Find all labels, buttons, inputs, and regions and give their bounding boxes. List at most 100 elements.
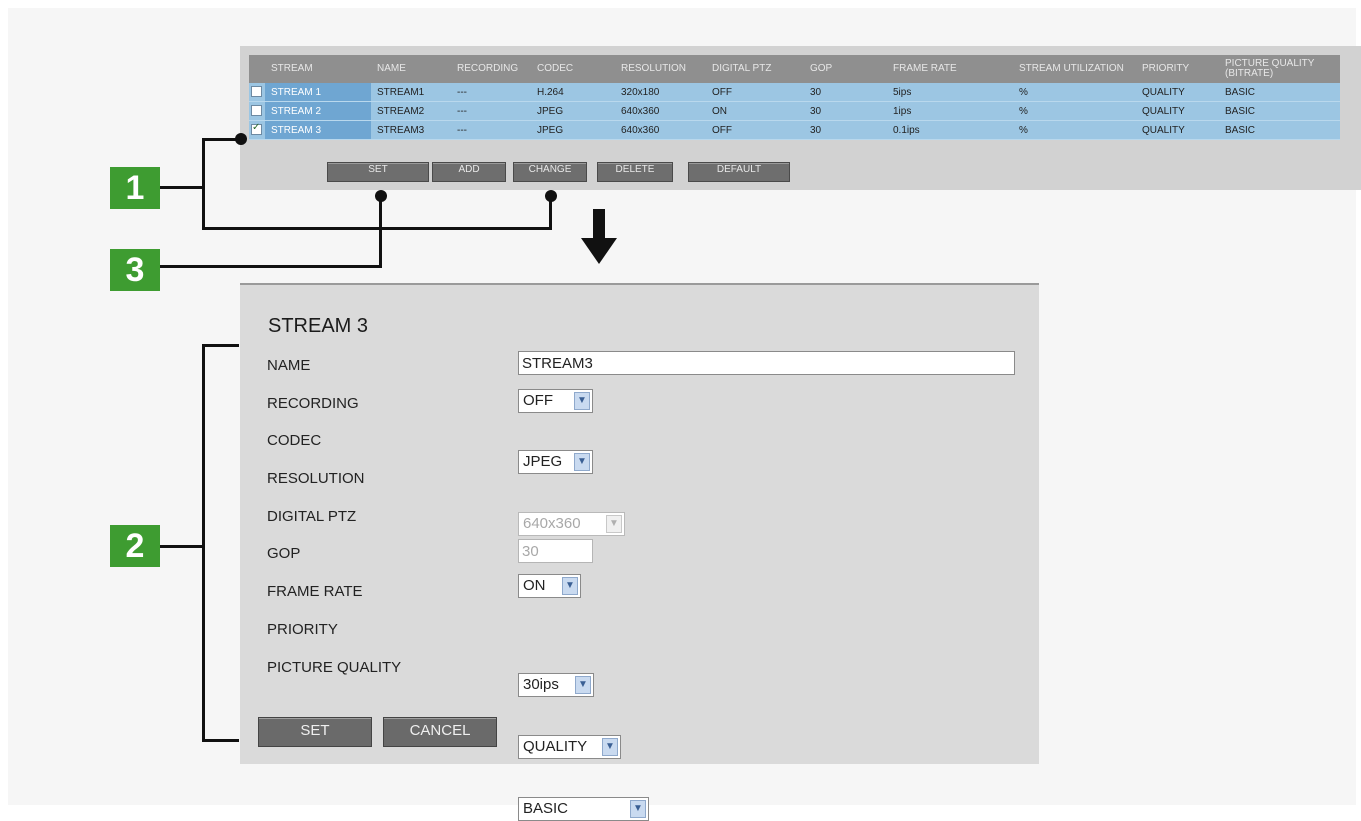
label-priority: PRIORITY: [267, 621, 338, 638]
cell-name: STREAM3: [371, 120, 451, 140]
label-gop: GOP: [267, 545, 301, 562]
label-picture-quality: PICTURE QUALITY: [267, 659, 402, 676]
cell-priority: QUALITY: [1136, 101, 1219, 121]
cell-picture-quality: BASIC: [1219, 83, 1340, 102]
default-button[interactable]: DEFAULT: [688, 162, 790, 182]
header-gop: GOP: [804, 55, 887, 83]
cell-gop: 30: [804, 83, 887, 102]
gop-field: 30: [518, 539, 593, 563]
header-priority: PRIORITY: [1136, 55, 1219, 83]
cell-utilization: %: [1013, 120, 1136, 140]
callout-1-leader: [160, 186, 204, 189]
callout-2-bracket: [202, 344, 205, 741]
cell-codec: JPEG: [531, 101, 615, 121]
callout-2-bracket-top: [202, 344, 239, 347]
cell-priority: QUALITY: [1136, 83, 1219, 102]
row-checkbox[interactable]: [251, 86, 262, 98]
cell-name: STREAM2: [371, 101, 451, 121]
stream-table: STREAM NAME RECORDING CODEC RESOLUTION D…: [249, 55, 1340, 140]
cell-recording: ---: [451, 101, 531, 121]
set-button[interactable]: SET: [327, 162, 429, 182]
cell-picture-quality: BASIC: [1219, 120, 1340, 140]
cell-digital-ptz: ON: [706, 101, 804, 121]
callout-2-badge: 2: [110, 525, 160, 567]
header-stream-utilization: STREAM UTILIZATION: [1013, 55, 1136, 83]
edit-cancel-button[interactable]: CANCEL: [383, 717, 497, 747]
picture-quality-select[interactable]: BASIC ▼: [518, 797, 649, 821]
cell-name: STREAM1: [371, 83, 451, 102]
cell-resolution: 640x360: [615, 120, 706, 140]
frame-rate-select[interactable]: 30ips ▼: [518, 673, 594, 697]
name-field[interactable]: STREAM3: [518, 351, 1015, 375]
table-header-row: STREAM NAME RECORDING CODEC RESOLUTION D…: [249, 55, 1340, 83]
table-row[interactable]: STREAM 1 STREAM1 --- H.264 320x180 OFF 3…: [249, 83, 1340, 102]
callout-1-bracket: [202, 138, 205, 230]
header-name: NAME: [371, 55, 451, 83]
edit-title: STREAM 3: [268, 315, 369, 337]
callout-1-badge: 1: [110, 167, 160, 209]
cell-frame-rate: 1ips: [887, 101, 1013, 121]
recording-select[interactable]: OFF ▼: [518, 389, 593, 413]
cell-utilization: %: [1013, 101, 1136, 121]
header-digital-ptz: DIGITAL PTZ: [706, 55, 804, 83]
codec-value: JPEG: [523, 453, 563, 470]
digital-ptz-select[interactable]: ON ▼: [518, 574, 581, 598]
cell-stream: STREAM 3: [265, 120, 371, 140]
priority-select[interactable]: QUALITY ▼: [518, 735, 621, 759]
callout-3-leader: [160, 265, 382, 268]
cell-recording: ---: [451, 83, 531, 102]
table-row[interactable]: STREAM 3 STREAM3 --- JPEG 640x360 OFF 30…: [249, 120, 1340, 140]
cell-frame-rate: 5ips: [887, 83, 1013, 102]
frame-rate-value: 30ips: [523, 676, 559, 693]
cell-resolution: 320x180: [615, 83, 706, 102]
edit-set-button[interactable]: SET: [258, 717, 372, 747]
label-resolution: RESOLUTION: [267, 470, 365, 487]
header-stream: STREAM: [265, 55, 371, 83]
cell-frame-rate: 0.1ips: [887, 120, 1013, 140]
cell-utilization: %: [1013, 83, 1136, 102]
header-recording: RECORDING: [451, 55, 531, 83]
arrow-down-head: [581, 238, 617, 264]
label-name: NAME: [267, 357, 311, 374]
label-codec: CODEC: [267, 432, 322, 449]
callout-1-dot-change: [545, 190, 557, 202]
add-button[interactable]: ADD: [432, 162, 506, 182]
label-recording: RECORDING: [267, 395, 359, 412]
callout-3-badge: 3: [110, 249, 160, 291]
callout-3-dot-set: [375, 190, 387, 202]
delete-button[interactable]: DELETE: [597, 162, 673, 182]
table-row[interactable]: STREAM 2 STREAM2 --- JPEG 640x360 ON 30 …: [249, 101, 1340, 121]
cell-codec: H.264: [531, 83, 615, 102]
chevron-down-icon: ▼: [574, 453, 590, 471]
row-checkbox[interactable]: [251, 122, 262, 136]
cell-digital-ptz: OFF: [706, 83, 804, 102]
header-codec: CODEC: [531, 55, 615, 83]
priority-value: QUALITY: [523, 738, 588, 755]
header-resolution: RESOLUTION: [615, 55, 706, 83]
cell-picture-quality: BASIC: [1219, 101, 1340, 121]
callout-2-bracket-bottom: [202, 739, 239, 742]
change-button[interactable]: CHANGE: [513, 162, 587, 182]
cell-recording: ---: [451, 120, 531, 140]
header-picture-quality: PICTURE QUALITY (BITRATE): [1219, 55, 1340, 83]
callout-1-dot-checkbox: [235, 133, 247, 145]
cell-resolution: 640x360: [615, 101, 706, 121]
chevron-down-icon: ▼: [630, 800, 646, 818]
chevron-down-icon: ▼: [562, 577, 578, 595]
callout-1-line-change: [202, 227, 552, 230]
resolution-select: 640x360 ▼: [518, 512, 625, 536]
cell-priority: QUALITY: [1136, 120, 1219, 140]
chevron-down-icon: ▼: [606, 515, 622, 533]
header-frame-rate: FRAME RATE: [887, 55, 1013, 83]
cell-gop: 30: [804, 120, 887, 140]
stream-edit-panel: STREAM 3 NAME STREAM3 RECORDING OFF ▼ COD…: [240, 283, 1039, 821]
row-checkbox[interactable]: [251, 105, 262, 117]
cell-stream: STREAM 2: [265, 101, 371, 121]
label-frame-rate: FRAME RATE: [267, 583, 363, 600]
cell-gop: 30: [804, 101, 887, 121]
chevron-down-icon: ▼: [575, 676, 591, 694]
codec-select[interactable]: JPEG ▼: [518, 450, 593, 474]
label-digital-ptz: DIGITAL PTZ: [267, 508, 357, 525]
chevron-down-icon: ▼: [574, 392, 590, 410]
cell-stream: STREAM 1: [265, 83, 371, 102]
